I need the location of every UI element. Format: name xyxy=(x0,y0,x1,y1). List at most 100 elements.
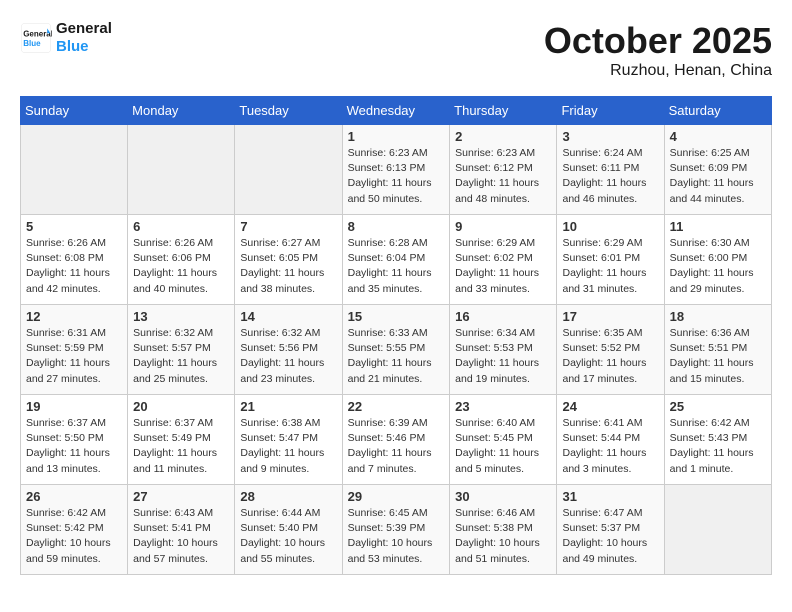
calendar-cell: 10Sunrise: 6:29 AMSunset: 6:01 PMDayligh… xyxy=(557,215,664,305)
calendar-cell: 1 Sunrise: 6:23 AMSunset: 6:13 PMDaylight… xyxy=(342,125,450,215)
day-info: Sunrise: 6:38 AMSunset: 5:47 PMDaylight:… xyxy=(240,416,336,477)
calendar-cell: 4Sunrise: 6:25 AMSunset: 6:09 PMDaylight… xyxy=(664,125,771,215)
calendar-cell: 18 Sunrise: 6:36 AMSunset: 5:51 PMDayligh… xyxy=(664,305,771,395)
day-number: 10 xyxy=(562,219,658,234)
day-info: Sunrise: 6:45 AMSunset: 5:39 PMDaylight:… xyxy=(348,506,445,567)
calendar-cell: 27Sunrise: 6:43 AMSunset: 5:41 PMDayligh… xyxy=(128,485,235,575)
day-info: Sunrise: 6:36 AMSunset: 5:51 PMDaylight:… xyxy=(670,326,766,387)
day-number: 16 xyxy=(455,309,551,324)
day-number: 18 xyxy=(670,309,766,324)
day-number: 30 xyxy=(455,489,551,504)
calendar-cell xyxy=(235,125,342,215)
day-info: Sunrise: 6:23 AMSunset: 6:12 PMDaylight:… xyxy=(455,146,551,207)
day-number: 27 xyxy=(133,489,229,504)
day-info: Sunrise: 6:37 AMSunset: 5:50 PMDaylight:… xyxy=(26,416,122,477)
day-info: Sunrise: 6:46 AMSunset: 5:38 PMDaylight:… xyxy=(455,506,551,567)
day-number: 22 xyxy=(348,399,445,414)
day-info: Sunrise: 6:27 AMSunset: 6:05 PMDaylight:… xyxy=(240,236,336,297)
calendar-week-5: 26 Sunrise: 6:42 AMSunset: 5:42 PMDayligh… xyxy=(21,485,772,575)
days-of-week-row: SundayMondayTuesdayWednesdayThursdayFrid… xyxy=(21,97,772,125)
day-info: Sunrise: 6:40 AMSunset: 5:45 PMDaylight:… xyxy=(455,416,551,477)
calendar-cell: 2Sunrise: 6:23 AMSunset: 6:12 PMDaylight… xyxy=(450,125,557,215)
day-number: 17 xyxy=(562,309,658,324)
calendar-cell: 26 Sunrise: 6:42 AMSunset: 5:42 PMDayligh… xyxy=(21,485,128,575)
calendar-cell: 31 Sunrise: 6:47 AMSunset: 5:37 PMDayligh… xyxy=(557,485,664,575)
calendar-cell: 8 Sunrise: 6:28 AMSunset: 6:04 PMDaylight… xyxy=(342,215,450,305)
calendar-week-1: 1 Sunrise: 6:23 AMSunset: 6:13 PMDaylight… xyxy=(21,125,772,215)
calendar-cell: 22Sunrise: 6:39 AMSunset: 5:46 PMDayligh… xyxy=(342,395,450,485)
calendar-cell: 23 Sunrise: 6:40 AMSunset: 5:45 PMDayligh… xyxy=(450,395,557,485)
calendar-cell: 20 Sunrise: 6:37 AMSunset: 5:49 PMDayligh… xyxy=(128,395,235,485)
day-number: 5 xyxy=(26,219,122,234)
day-info: Sunrise: 6:31 AMSunset: 5:59 PMDaylight:… xyxy=(26,326,122,387)
day-of-week-sunday: Sunday xyxy=(21,97,128,125)
day-number: 19 xyxy=(26,399,122,414)
calendar-cell: 19 Sunrise: 6:37 AMSunset: 5:50 PMDayligh… xyxy=(21,395,128,485)
day-info: Sunrise: 6:44 AMSunset: 5:40 PMDaylight:… xyxy=(240,506,336,567)
day-number: 13 xyxy=(133,309,229,324)
page-header: General Blue General Blue October 2025 R… xyxy=(20,20,772,80)
day-info: Sunrise: 6:42 AMSunset: 5:43 PMDaylight:… xyxy=(670,416,766,477)
day-number: 28 xyxy=(240,489,336,504)
day-info: Sunrise: 6:25 AMSunset: 6:09 PMDaylight:… xyxy=(670,146,766,207)
calendar-cell: 29 Sunrise: 6:45 AMSunset: 5:39 PMDayligh… xyxy=(342,485,450,575)
day-info: Sunrise: 6:28 AMSunset: 6:04 PMDaylight:… xyxy=(348,236,445,297)
svg-text:Blue: Blue xyxy=(23,39,41,48)
day-info: Sunrise: 6:33 AMSunset: 5:55 PMDaylight:… xyxy=(348,326,445,387)
calendar-cell: 11Sunrise: 6:30 AMSunset: 6:00 PMDayligh… xyxy=(664,215,771,305)
calendar-cell: 15Sunrise: 6:33 AMSunset: 5:55 PMDayligh… xyxy=(342,305,450,395)
day-number: 25 xyxy=(670,399,766,414)
calendar-cell: 17Sunrise: 6:35 AMSunset: 5:52 PMDayligh… xyxy=(557,305,664,395)
day-number: 20 xyxy=(133,399,229,414)
calendar-cell: 3Sunrise: 6:24 AMSunset: 6:11 PMDaylight… xyxy=(557,125,664,215)
day-info: Sunrise: 6:26 AMSunset: 6:08 PMDaylight:… xyxy=(26,236,122,297)
day-number: 26 xyxy=(26,489,122,504)
day-number: 29 xyxy=(348,489,445,504)
calendar-cell: 30 Sunrise: 6:46 AMSunset: 5:38 PMDayligh… xyxy=(450,485,557,575)
day-number: 21 xyxy=(240,399,336,414)
day-of-week-tuesday: Tuesday xyxy=(235,97,342,125)
day-info: Sunrise: 6:41 AMSunset: 5:44 PMDaylight:… xyxy=(562,416,658,477)
day-number: 31 xyxy=(562,489,658,504)
calendar-cell: 6Sunrise: 6:26 AMSunset: 6:06 PMDaylight… xyxy=(128,215,235,305)
calendar-subtitle: Ruzhou, Henan, China xyxy=(544,62,772,80)
calendar-title: October 2025 xyxy=(544,20,772,62)
day-info: Sunrise: 6:42 AMSunset: 5:42 PMDaylight:… xyxy=(26,506,122,567)
day-of-week-thursday: Thursday xyxy=(450,97,557,125)
logo-icon: General Blue xyxy=(20,22,52,54)
calendar-week-4: 19 Sunrise: 6:37 AMSunset: 5:50 PMDayligh… xyxy=(21,395,772,485)
calendar-cell: 28 Sunrise: 6:44 AMSunset: 5:40 PMDayligh… xyxy=(235,485,342,575)
calendar-body: 1 Sunrise: 6:23 AMSunset: 6:13 PMDaylight… xyxy=(21,125,772,575)
day-number: 12 xyxy=(26,309,122,324)
day-of-week-friday: Friday xyxy=(557,97,664,125)
day-info: Sunrise: 6:37 AMSunset: 5:49 PMDaylight:… xyxy=(133,416,229,477)
logo: General Blue General Blue xyxy=(20,20,112,56)
day-info: Sunrise: 6:24 AMSunset: 6:11 PMDaylight:… xyxy=(562,146,658,207)
day-of-week-monday: Monday xyxy=(128,97,235,125)
calendar-week-3: 12 Sunrise: 6:31 AMSunset: 5:59 PMDayligh… xyxy=(21,305,772,395)
calendar-cell: 24 Sunrise: 6:41 AMSunset: 5:44 PMDayligh… xyxy=(557,395,664,485)
day-info: Sunrise: 6:32 AMSunset: 5:57 PMDaylight:… xyxy=(133,326,229,387)
calendar-cell: 21 Sunrise: 6:38 AMSunset: 5:47 PMDayligh… xyxy=(235,395,342,485)
calendar-cell xyxy=(21,125,128,215)
calendar-cell: 7Sunrise: 6:27 AMSunset: 6:05 PMDaylight… xyxy=(235,215,342,305)
day-number: 24 xyxy=(562,399,658,414)
day-info: Sunrise: 6:23 AMSunset: 6:13 PMDaylight:… xyxy=(348,146,445,207)
day-number: 23 xyxy=(455,399,551,414)
day-info: Sunrise: 6:34 AMSunset: 5:53 PMDaylight:… xyxy=(455,326,551,387)
calendar-week-2: 5 Sunrise: 6:26 AMSunset: 6:08 PMDaylight… xyxy=(21,215,772,305)
calendar-cell: 14 Sunrise: 6:32 AMSunset: 5:56 PMDayligh… xyxy=(235,305,342,395)
day-info: Sunrise: 6:32 AMSunset: 5:56 PMDaylight:… xyxy=(240,326,336,387)
calendar-header: SundayMondayTuesdayWednesdayThursdayFrid… xyxy=(21,97,772,125)
day-number: 1 xyxy=(348,129,445,144)
calendar-cell: 13 Sunrise: 6:32 AMSunset: 5:57 PMDayligh… xyxy=(128,305,235,395)
calendar-cell: 5 Sunrise: 6:26 AMSunset: 6:08 PMDaylight… xyxy=(21,215,128,305)
day-number: 9 xyxy=(455,219,551,234)
day-number: 14 xyxy=(240,309,336,324)
day-number: 8 xyxy=(348,219,445,234)
day-info: Sunrise: 6:47 AMSunset: 5:37 PMDaylight:… xyxy=(562,506,658,567)
calendar-cell: 12 Sunrise: 6:31 AMSunset: 5:59 PMDayligh… xyxy=(21,305,128,395)
day-number: 6 xyxy=(133,219,229,234)
calendar-cell xyxy=(664,485,771,575)
calendar-table: SundayMondayTuesdayWednesdayThursdayFrid… xyxy=(20,96,772,575)
